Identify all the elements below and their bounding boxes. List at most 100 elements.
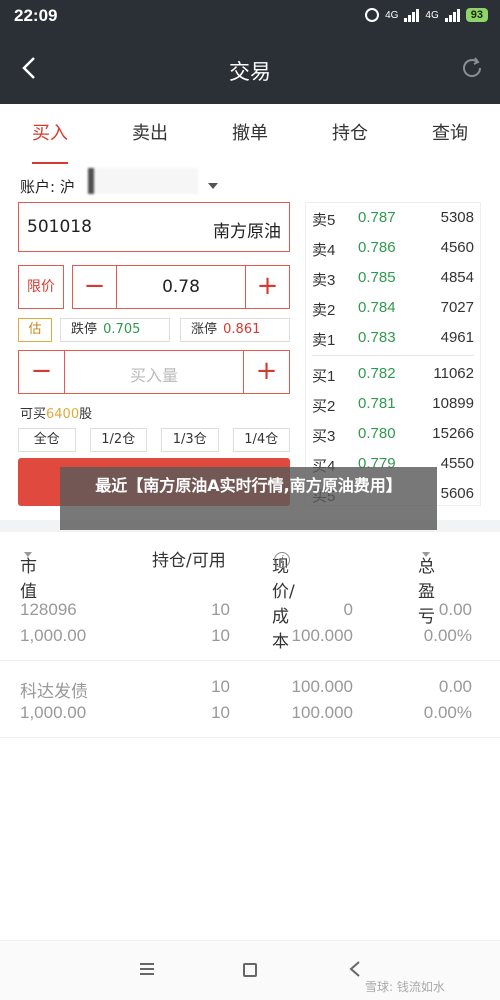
ob-volume: 10899: [432, 395, 474, 412]
ob-price[interactable]: 0.786: [358, 239, 396, 256]
account-redacted: [88, 168, 198, 194]
ob-label: 卖3: [312, 272, 336, 289]
ob-price[interactable]: 0.782: [358, 365, 396, 382]
ob-volume: 4560: [440, 239, 474, 256]
fraction-quarter[interactable]: 1/4仓: [232, 428, 290, 452]
ob-price[interactable]: 0.787: [358, 209, 396, 226]
position-market-value: 1,000.00: [20, 626, 87, 645]
tab-query[interactable]: 查询: [400, 104, 500, 166]
ob-volume: 5606: [440, 485, 474, 502]
nav-bar: 交易: [0, 34, 500, 104]
table-row[interactable]: 128096 1,000.00 10 10 0 100.000 0.00 0.0…: [0, 600, 500, 656]
position-market-value: 1,000.00: [20, 703, 87, 722]
status-icons: 4G 4G 93: [365, 8, 488, 22]
ob-label: 买3: [312, 428, 336, 445]
position-available: 10: [211, 626, 230, 645]
tab-sell[interactable]: 卖出: [100, 104, 200, 166]
price-value[interactable]: 0.78: [117, 277, 245, 297]
menu-icon[interactable]: [140, 963, 154, 975]
ob-row: 卖4 0.786 4560: [306, 233, 482, 263]
refresh-icon[interactable]: [460, 56, 484, 80]
price-plus-button[interactable]: +: [245, 266, 289, 308]
stock-code-input[interactable]: 501018 南方原油: [18, 202, 290, 252]
price-minus-button[interactable]: −: [73, 266, 117, 308]
ob-price[interactable]: 0.781: [358, 395, 396, 412]
can-buy-number: 6400: [46, 407, 80, 422]
ob-row: 卖3 0.785 4854: [306, 263, 482, 293]
position-price: 0: [343, 600, 353, 619]
position-cost: 100.000: [291, 703, 353, 722]
back-icon[interactable]: [348, 961, 362, 977]
ob-volume: 4854: [440, 269, 474, 286]
network-type-2: 4G: [425, 9, 439, 21]
alarm-icon: [365, 8, 380, 22]
can-buy-suffix: 股: [79, 407, 93, 422]
can-buy-prefix: 可买: [20, 407, 47, 422]
quantity-input[interactable]: 买入量: [65, 362, 243, 386]
position-cost: 100.000: [291, 626, 353, 645]
tab-buy[interactable]: 买入: [0, 104, 100, 166]
estimate-button[interactable]: 估: [18, 318, 52, 342]
holdings-header: 市值 持仓/可用 现价/成本 i 总盈亏: [0, 540, 500, 652]
ob-volume: 5308: [440, 209, 474, 226]
account-selector[interactable]: 账户: 沪: [20, 176, 75, 197]
limit-price-button[interactable]: 限价: [18, 265, 64, 309]
chevron-down-icon[interactable]: [208, 183, 218, 189]
info-icon[interactable]: i: [274, 552, 290, 568]
position-name: 科达发债: [20, 682, 88, 702]
position-pnl: 0.00: [438, 600, 472, 619]
status-time: 22:09: [14, 6, 58, 25]
sort-caret-icon: [24, 552, 32, 557]
order-book: 卖5 0.787 5308 卖4 0.786 4560 卖3 0.785 4854 卖2 0.…: [305, 202, 481, 506]
ob-row: 卖2 0.784 7027: [306, 293, 482, 323]
home-icon[interactable]: [243, 963, 257, 977]
ob-price[interactable]: 0.785: [358, 269, 396, 286]
can-buy-text: 可买6400股: [20, 403, 92, 422]
position-fractions: 全仓 1/2仓 1/3仓 1/4仓: [18, 428, 290, 452]
ob-row: 买1 0.782 11062: [306, 359, 482, 389]
watermark: 雪球: 钱流如水: [365, 980, 445, 994]
sort-caret-icon: [422, 552, 430, 557]
price-limits: 估 跌停 0.705 涨停 0.861: [18, 318, 290, 342]
quantity-stepper: − 买入量 +: [18, 350, 290, 394]
ob-price[interactable]: 0.783: [358, 329, 396, 346]
ob-label: 卖4: [312, 242, 336, 259]
row-divider: [0, 660, 500, 661]
ob-price[interactable]: 0.780: [358, 425, 396, 442]
page-title: 交易: [229, 61, 271, 84]
headline-overlay: 最近【南方原油A实时行情,南方原油费用】: [60, 467, 437, 530]
ob-volume: 4550: [440, 455, 474, 472]
position-price: 100.000: [291, 677, 353, 696]
order-book-divider: [312, 355, 474, 356]
stock-name: 南方原油: [213, 222, 281, 242]
network-type-1: 4G: [385, 9, 399, 21]
ob-volume: 15266: [432, 425, 474, 442]
qty-minus-button[interactable]: −: [19, 351, 65, 393]
header-holding: 持仓/可用: [152, 551, 226, 571]
position-code: 128096: [20, 600, 77, 619]
fraction-third[interactable]: 1/3仓: [161, 428, 219, 452]
limit-down[interactable]: 跌停 0.705: [60, 318, 170, 342]
table-row[interactable]: 科达发债 1,000.00 10 10 100.000 100.000 0.00…: [0, 677, 500, 733]
tab-cancel[interactable]: 撤单: [200, 104, 300, 166]
ob-row: 卖1 0.783 4961: [306, 323, 482, 353]
qty-plus-button[interactable]: +: [243, 351, 289, 393]
fraction-full[interactable]: 全仓: [18, 428, 76, 452]
ob-price[interactable]: 0.784: [358, 299, 396, 316]
position-available: 10: [211, 703, 230, 722]
ob-row: 买3 0.780 15266: [306, 419, 482, 449]
fraction-half[interactable]: 1/2仓: [89, 428, 147, 452]
ob-label: 卖2: [312, 302, 336, 319]
limit-up[interactable]: 涨停 0.861: [180, 318, 290, 342]
signal-icon-2: [444, 8, 460, 22]
limit-up-label: 涨停: [191, 322, 218, 337]
position-pnl-pct: 0.00%: [423, 703, 472, 722]
ob-volume: 11062: [433, 365, 474, 382]
limit-down-label: 跌停: [71, 322, 98, 337]
position-holding: 10: [211, 600, 230, 619]
position-pnl: 0.00: [438, 677, 472, 696]
limit-up-value: 0.861: [223, 322, 261, 337]
header-market-value-label: 市值: [20, 557, 37, 602]
ob-label: 卖5: [312, 212, 336, 229]
tab-holdings[interactable]: 持仓: [300, 104, 400, 166]
